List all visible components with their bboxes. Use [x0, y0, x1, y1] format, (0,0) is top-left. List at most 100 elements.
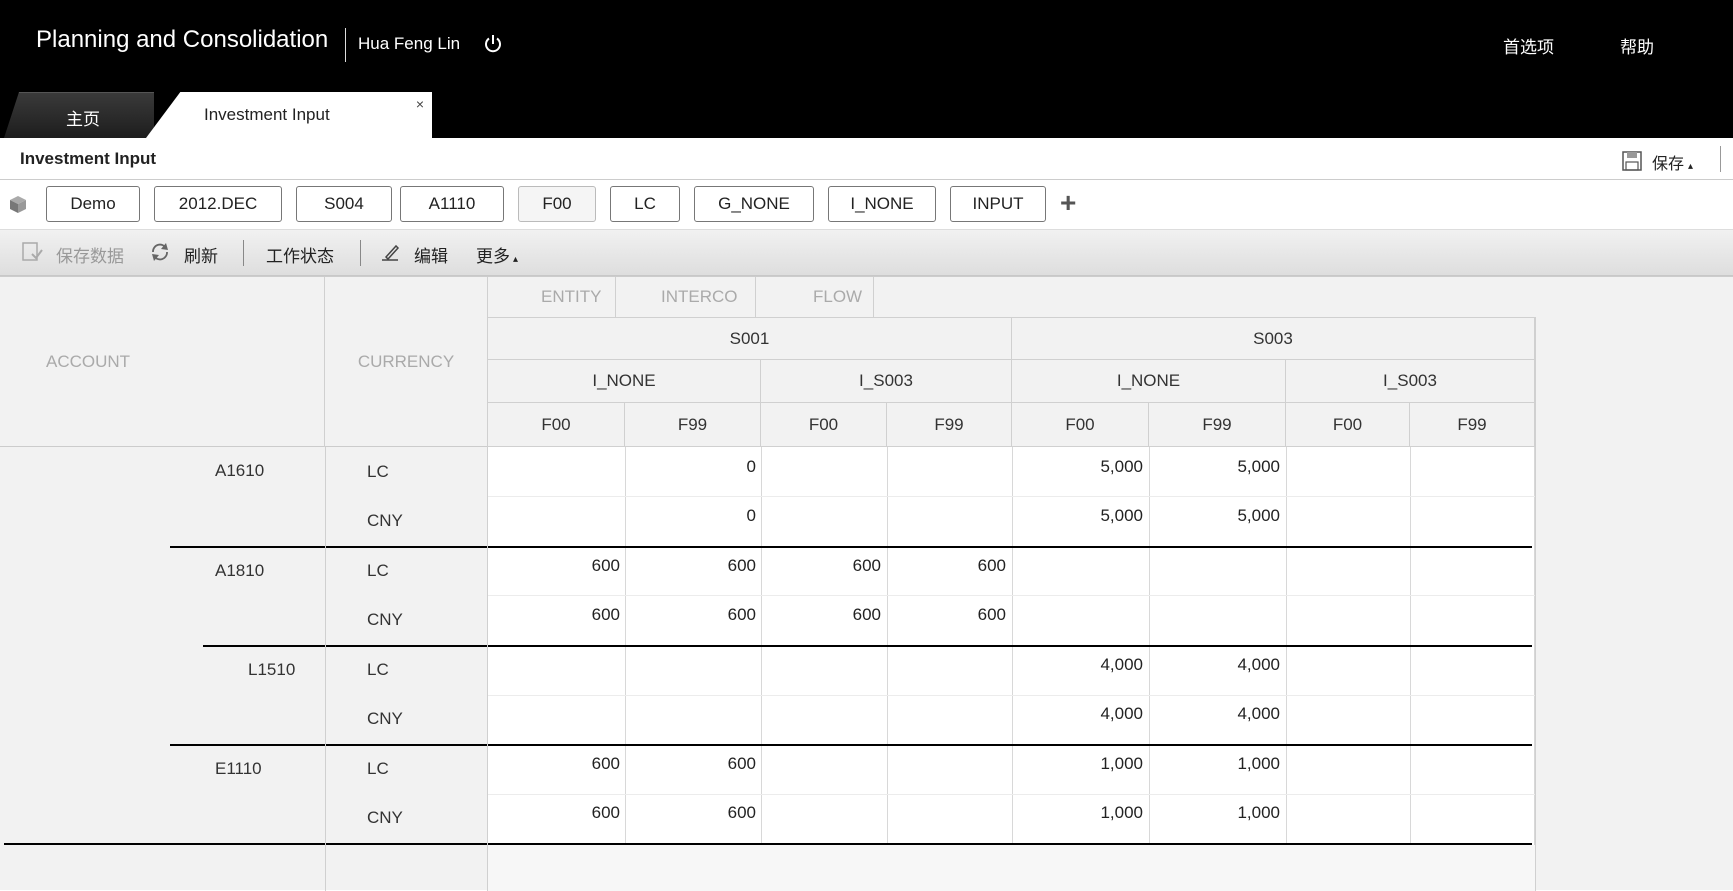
- refresh-icon: [152, 243, 168, 261]
- data-cell[interactable]: 1,000: [1180, 754, 1280, 774]
- preferences-link[interactable]: 首选项: [1503, 33, 1554, 58]
- data-cell[interactable]: 600: [520, 803, 620, 823]
- data-cell[interactable]: 600: [656, 556, 756, 576]
- tab-label: Investment Input: [204, 105, 330, 124]
- data-cell[interactable]: 600: [520, 556, 620, 576]
- tab-label: 主页: [66, 110, 100, 129]
- currency-label[interactable]: CNY: [367, 808, 403, 828]
- data-cell[interactable]: 600: [781, 556, 881, 576]
- data-cell[interactable]: 1,000: [1043, 754, 1143, 774]
- data-cell[interactable]: 4,000: [1043, 704, 1143, 724]
- context-member-time[interactable]: 2012.DEC: [154, 186, 282, 222]
- account-label[interactable]: E1110: [215, 759, 262, 779]
- account-label[interactable]: A1810: [215, 561, 264, 581]
- data-cell[interactable]: 4,000: [1180, 655, 1280, 675]
- flow-header[interactable]: F00: [761, 403, 887, 447]
- data-cell[interactable]: 600: [520, 605, 620, 625]
- work-status-button[interactable]: 工作状态: [266, 242, 334, 267]
- app-header: Planning and Consolidation Hua Feng Lin …: [0, 0, 1733, 138]
- refresh-button[interactable]: 刷新: [184, 242, 218, 267]
- tab-investment-input[interactable]: Investment Input ×: [146, 92, 432, 138]
- entity-header-s003[interactable]: S003: [1012, 317, 1535, 360]
- data-cell[interactable]: 4,000: [1043, 655, 1143, 675]
- save-menu-button[interactable]: 保存 ▴: [1652, 150, 1693, 174]
- account-column-header[interactable]: ACCOUNT: [0, 277, 325, 447]
- grid-line: [488, 695, 1535, 696]
- tab-home[interactable]: 主页: [4, 92, 154, 138]
- interco-header[interactable]: I_NONE: [488, 360, 761, 403]
- power-icon[interactable]: [482, 33, 504, 55]
- toolbar: 保存数据 刷新 工作状态 编辑 更多 ▴: [0, 230, 1733, 276]
- context-member-flow[interactable]: F00: [518, 186, 596, 222]
- pencil-icon: [382, 244, 400, 261]
- flow-header[interactable]: F00: [1012, 403, 1149, 447]
- save-data-button[interactable]: 保存数据: [56, 242, 124, 267]
- context-member-interco[interactable]: I_NONE: [828, 186, 936, 222]
- empty-row: [488, 845, 1535, 891]
- data-cell[interactable]: 600: [656, 605, 756, 625]
- header-divider: [345, 28, 346, 62]
- interco-header[interactable]: I_S003: [1286, 360, 1535, 403]
- interco-header[interactable]: I_NONE: [1012, 360, 1286, 403]
- entity-header-s001[interactable]: S001: [488, 317, 1012, 360]
- data-cell[interactable]: 1,000: [1180, 803, 1280, 823]
- currency-label[interactable]: CNY: [367, 511, 403, 531]
- grid-line: [488, 496, 1535, 497]
- context-member-group[interactable]: G_NONE: [694, 186, 814, 222]
- data-cell[interactable]: 600: [906, 605, 1006, 625]
- context-member-entity[interactable]: S004: [296, 186, 392, 222]
- help-link[interactable]: 帮助: [1620, 33, 1654, 58]
- more-menu-button[interactable]: 更多 ▴: [476, 242, 518, 267]
- grid-line: [1535, 317, 1536, 891]
- grid-line: [488, 595, 1535, 596]
- interco-header[interactable]: I_S003: [761, 360, 1012, 403]
- currency-label[interactable]: CNY: [367, 709, 403, 729]
- data-cell[interactable]: 5,000: [1043, 506, 1143, 526]
- close-icon[interactable]: ×: [416, 96, 424, 112]
- save-icon[interactable]: [1621, 150, 1643, 172]
- data-cell[interactable]: 5,000: [1180, 457, 1280, 477]
- chevron-up-icon: ▴: [1688, 161, 1694, 172]
- currency-label[interactable]: LC: [367, 561, 389, 581]
- context-member-currency[interactable]: LC: [610, 186, 680, 222]
- context-member-audittrail[interactable]: INPUT: [950, 186, 1046, 222]
- add-icon[interactable]: +: [1060, 188, 1076, 218]
- group-separator: [170, 744, 1532, 746]
- account-label[interactable]: A1610: [215, 461, 264, 481]
- divider: [873, 277, 874, 317]
- input-grid: ACCOUNT CURRENCY ENTITY INTERCO FLOW S00…: [0, 276, 1733, 891]
- context-cube-icon[interactable]: [6, 192, 30, 216]
- group-separator: [203, 645, 1532, 647]
- context-member-category[interactable]: Demo: [46, 186, 140, 222]
- edit-button[interactable]: 编辑: [414, 242, 448, 267]
- data-cell[interactable]: 600: [781, 605, 881, 625]
- flow-header[interactable]: F00: [1286, 403, 1410, 447]
- data-cell[interactable]: 1,000: [1043, 803, 1143, 823]
- data-cell[interactable]: 5,000: [1043, 457, 1143, 477]
- data-cell[interactable]: 600: [520, 754, 620, 774]
- data-cell[interactable]: 4,000: [1180, 704, 1280, 724]
- flow-header[interactable]: F99: [625, 403, 761, 447]
- context-member-account[interactable]: A1110: [400, 186, 504, 222]
- currency-label[interactable]: LC: [367, 759, 389, 779]
- currency-label[interactable]: CNY: [367, 610, 403, 630]
- save-data-icon: [22, 242, 43, 261]
- flow-header[interactable]: F00: [488, 403, 625, 447]
- data-cell[interactable]: 600: [656, 754, 756, 774]
- currency-label[interactable]: LC: [367, 660, 389, 680]
- data-cell[interactable]: 0: [656, 506, 756, 526]
- data-cell[interactable]: 600: [656, 803, 756, 823]
- dimension-label-interco: INTERCO: [661, 287, 738, 306]
- flow-header[interactable]: F99: [1410, 403, 1535, 447]
- data-cell[interactable]: 0: [656, 457, 756, 477]
- context-bar: Demo 2012.DEC S004 A1110 F00 LC G_NONE I…: [0, 180, 1733, 230]
- grid-line: [487, 447, 488, 891]
- currency-column-header[interactable]: CURRENCY: [325, 277, 488, 447]
- data-cell[interactable]: 600: [906, 556, 1006, 576]
- flow-header[interactable]: F99: [887, 403, 1012, 447]
- data-cell[interactable]: 5,000: [1180, 506, 1280, 526]
- account-label[interactable]: L1510: [248, 660, 295, 680]
- currency-label[interactable]: LC: [367, 462, 389, 482]
- flow-header[interactable]: F99: [1149, 403, 1286, 447]
- toolbar-divider: [360, 240, 361, 266]
